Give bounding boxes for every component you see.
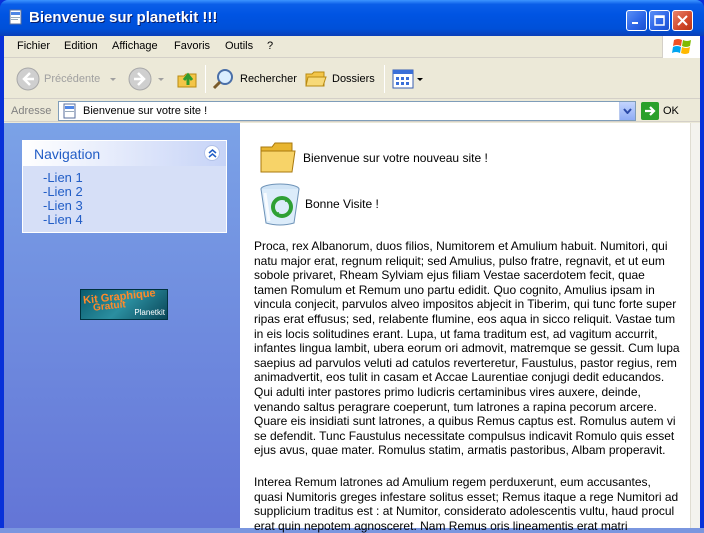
sidebar: Navigation -Lien 1 -Lien 2 -Lien 3 -Lien… <box>4 123 240 528</box>
chevron-down-icon <box>623 108 632 114</box>
maximize-button[interactable] <box>649 10 670 31</box>
minimize-button[interactable] <box>626 10 647 31</box>
toolbar-separator <box>205 65 206 93</box>
go-arrow-icon <box>641 102 659 120</box>
recycle-bin-icon <box>260 183 300 226</box>
windows-logo <box>662 36 700 58</box>
menu-help[interactable]: ? <box>267 40 273 52</box>
window-frame: Fichier Edition Affichage Favoris Outils… <box>4 36 700 533</box>
menu-affichage[interactable]: Affichage <box>112 40 158 52</box>
search-button[interactable]: Rechercher <box>212 64 297 94</box>
views-dropdown-icon[interactable] <box>417 77 423 81</box>
recycle-bin-entry[interactable]: Bonne Visite ! <box>258 181 379 227</box>
back-label: Précédente <box>44 73 101 85</box>
recycle-bin-label: Bonne Visite ! <box>305 197 379 211</box>
vertical-scrollbar[interactable] <box>690 123 700 528</box>
page-content: Navigation -Lien 1 -Lien 2 -Lien 3 -Lien… <box>4 123 700 533</box>
toolbar-separator <box>384 65 385 93</box>
views-button[interactable] <box>391 64 423 94</box>
forward-arrow-icon <box>128 67 152 91</box>
banner-brand: Planetkit <box>134 308 165 317</box>
up-folder-icon <box>177 72 197 88</box>
search-icon <box>212 69 233 90</box>
navigation-links: -Lien 1 -Lien 2 -Lien 3 -Lien 4 <box>23 166 226 232</box>
back-dropdown-icon[interactable] <box>110 77 117 81</box>
page-icon <box>9 9 22 25</box>
folder-icon <box>260 142 296 173</box>
folder-entry[interactable]: Bienvenue sur votre nouveau site ! <box>258 139 488 177</box>
folders-icon <box>305 71 327 87</box>
address-label: Adresse <box>11 105 52 117</box>
forward-dropdown-icon[interactable] <box>158 77 164 81</box>
folder-label: Bienvenue sur votre nouveau site ! <box>303 151 488 165</box>
toolbar: Précédente Rechercher Dossiers <box>4 59 700 99</box>
address-input[interactable]: Bienvenue sur votre site ! <box>58 101 636 121</box>
folders-label: Dossiers <box>332 73 375 85</box>
close-icon <box>677 15 688 26</box>
window-title: Bienvenue sur planetkit !!! <box>29 9 218 26</box>
menu-favoris[interactable]: Favoris <box>174 40 210 52</box>
paragraph-1: Proca, rex Albanorum, duos filios, Numit… <box>254 239 680 458</box>
menu-outils[interactable]: Outils <box>225 40 253 52</box>
go-label: OK <box>663 105 679 117</box>
menu-bar: Fichier Edition Affichage Favoris Outils… <box>4 36 700 58</box>
back-button[interactable]: Précédente <box>16 64 117 94</box>
windows-flag-icon <box>672 39 691 54</box>
views-icon <box>392 69 414 89</box>
menu-edition[interactable]: Edition <box>64 40 98 52</box>
menu-fichier[interactable]: Fichier <box>17 40 50 52</box>
nav-link-1[interactable]: -Lien 1 <box>43 171 226 185</box>
nav-link-3[interactable]: -Lien 3 <box>43 199 226 213</box>
folders-button[interactable]: Dossiers <box>304 64 375 94</box>
navigation-panel: Navigation -Lien 1 -Lien 2 -Lien 3 -Lien… <box>22 140 227 233</box>
navigation-header[interactable]: Navigation <box>23 141 226 166</box>
navigation-title: Navigation <box>34 146 101 162</box>
page-icon <box>63 103 76 119</box>
address-value: Bienvenue sur votre site ! <box>83 105 208 117</box>
minimize-icon <box>632 22 638 24</box>
address-dropdown-button[interactable] <box>619 102 635 120</box>
title-bar[interactable]: Bienvenue sur planetkit !!! <box>0 0 704 36</box>
chevron-up-icon <box>208 148 216 158</box>
main-content: Bienvenue sur votre nouveau site ! Bonne… <box>240 123 690 533</box>
browser-window: Bienvenue sur planetkit !!! Fichier Edit… <box>0 0 704 533</box>
banner-line2: Gratuit <box>92 299 127 314</box>
address-bar: Adresse Bienvenue sur votre site ! OK <box>4 100 700 122</box>
nav-link-2[interactable]: -Lien 2 <box>43 185 226 199</box>
search-label: Rechercher <box>240 73 297 85</box>
go-button[interactable]: OK <box>641 101 679 121</box>
collapse-button[interactable] <box>204 145 220 161</box>
back-arrow-icon <box>16 67 40 91</box>
nav-link-4[interactable]: -Lien 4 <box>43 213 226 227</box>
forward-button[interactable] <box>128 64 164 94</box>
close-button[interactable] <box>672 10 693 31</box>
maximize-icon <box>654 15 665 26</box>
planetkit-banner[interactable]: Kit Graphique Gratuit Planetkit <box>80 289 168 320</box>
paragraph-2: Interea Remum latrones ad Amulium regem … <box>254 475 679 533</box>
up-folder-button[interactable] <box>176 64 200 94</box>
